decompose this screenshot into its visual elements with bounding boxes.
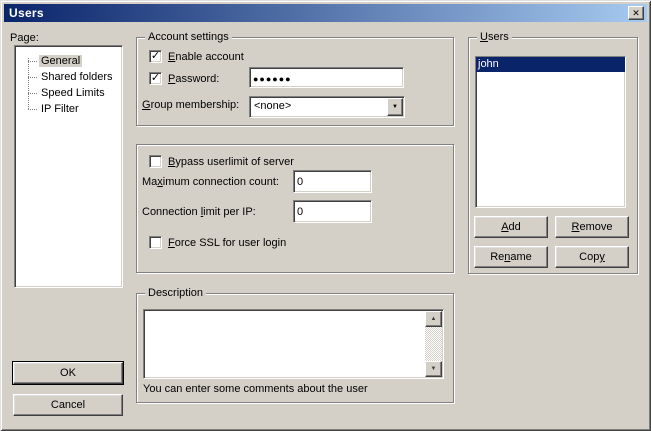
account-settings-group: Account settings ✓ Enable account ✓ Pass… bbox=[136, 37, 454, 126]
tree-connector bbox=[28, 109, 37, 110]
add-button[interactable]: Add bbox=[474, 216, 548, 238]
remove-button[interactable]: Remove bbox=[555, 216, 629, 238]
check-icon: ✓ bbox=[151, 51, 160, 62]
titlebar[interactable]: Users ✕ bbox=[4, 4, 647, 22]
enable-account-checkbox[interactable]: ✓ bbox=[149, 50, 162, 63]
account-settings-title: Account settings bbox=[145, 31, 232, 43]
group-membership-label: Group membership: bbox=[142, 99, 239, 111]
description-scrollbar[interactable]: ▲ ▼ bbox=[425, 311, 442, 377]
tree-connector bbox=[28, 93, 37, 94]
arrow-up-icon: ▲ bbox=[431, 316, 437, 322]
bypass-userlimit-checkbox[interactable] bbox=[149, 155, 162, 168]
tree-item-label[interactable]: General bbox=[39, 55, 82, 67]
group-membership-select[interactable]: <none> ▼ bbox=[249, 96, 405, 118]
description-group: Description ▲ ▼ You can enter some comme… bbox=[136, 293, 454, 403]
ok-button[interactable]: OK bbox=[13, 362, 123, 384]
bypass-userlimit-row[interactable]: Bypass userlimit of server bbox=[149, 155, 294, 168]
page-label: Page: bbox=[10, 32, 39, 44]
arrow-down-icon: ▼ bbox=[431, 366, 437, 372]
tree-item-general[interactable]: General bbox=[28, 53, 82, 69]
password-input[interactable] bbox=[249, 67, 404, 88]
users-group: Users john Add Remove Rename Copy bbox=[468, 37, 638, 274]
user-list-item[interactable]: john bbox=[476, 57, 625, 72]
chevron-down-icon[interactable]: ▼ bbox=[387, 98, 403, 116]
close-button[interactable]: ✕ bbox=[628, 6, 644, 20]
window-title: Users bbox=[4, 6, 44, 20]
connection-limit-per-ip-label: Connection limit per IP: bbox=[142, 206, 256, 218]
tree-item-label[interactable]: IP Filter bbox=[39, 103, 81, 115]
check-icon: ✓ bbox=[151, 73, 160, 84]
users-title: Users bbox=[477, 31, 512, 43]
connection-settings-group: Bypass userlimit of server Maximum conne… bbox=[136, 144, 454, 273]
force-ssl-label[interactable]: Force SSL for user login bbox=[168, 237, 286, 249]
password-label[interactable]: Password: bbox=[168, 73, 219, 85]
force-ssl-row[interactable]: Force SSL for user login bbox=[149, 236, 286, 249]
scroll-down-button[interactable]: ▼ bbox=[425, 361, 442, 377]
max-connection-count-label: Maximum connection count: bbox=[142, 176, 279, 188]
group-membership-value: <none> bbox=[254, 100, 291, 112]
tree-item-ip-filter[interactable]: IP Filter bbox=[28, 101, 81, 117]
page-tree[interactable]: General Shared folders Speed Limits IP F… bbox=[14, 45, 123, 288]
cancel-button[interactable]: Cancel bbox=[13, 394, 123, 416]
tree-connector bbox=[28, 61, 37, 62]
bypass-userlimit-label[interactable]: Bypass userlimit of server bbox=[168, 156, 294, 168]
description-textarea[interactable]: ▲ ▼ bbox=[143, 309, 444, 379]
tree-item-label[interactable]: Shared folders bbox=[39, 71, 115, 83]
enable-account-label[interactable]: Enable account bbox=[168, 51, 244, 63]
tree-item-label[interactable]: Speed Limits bbox=[39, 87, 107, 99]
tree-item-shared-folders[interactable]: Shared folders bbox=[28, 69, 115, 85]
users-listbox[interactable]: john bbox=[475, 56, 626, 208]
copy-button[interactable]: Copy bbox=[555, 246, 629, 268]
password-row[interactable]: ✓ Password: bbox=[149, 72, 219, 85]
enable-account-row[interactable]: ✓ Enable account bbox=[149, 50, 244, 63]
password-checkbox[interactable]: ✓ bbox=[149, 72, 162, 85]
scroll-up-button[interactable]: ▲ bbox=[425, 311, 442, 327]
description-title: Description bbox=[145, 287, 206, 299]
description-hint: You can enter some comments about the us… bbox=[143, 383, 368, 395]
users-dialog: Users ✕ Page: General Shared folders Spe… bbox=[0, 0, 651, 431]
max-connection-count-input[interactable] bbox=[293, 170, 372, 193]
force-ssl-checkbox[interactable] bbox=[149, 236, 162, 249]
tree-connector bbox=[28, 77, 37, 78]
rename-button[interactable]: Rename bbox=[474, 246, 548, 268]
tree-item-speed-limits[interactable]: Speed Limits bbox=[28, 85, 107, 101]
close-icon: ✕ bbox=[632, 9, 640, 18]
connection-limit-per-ip-input[interactable] bbox=[293, 200, 372, 223]
